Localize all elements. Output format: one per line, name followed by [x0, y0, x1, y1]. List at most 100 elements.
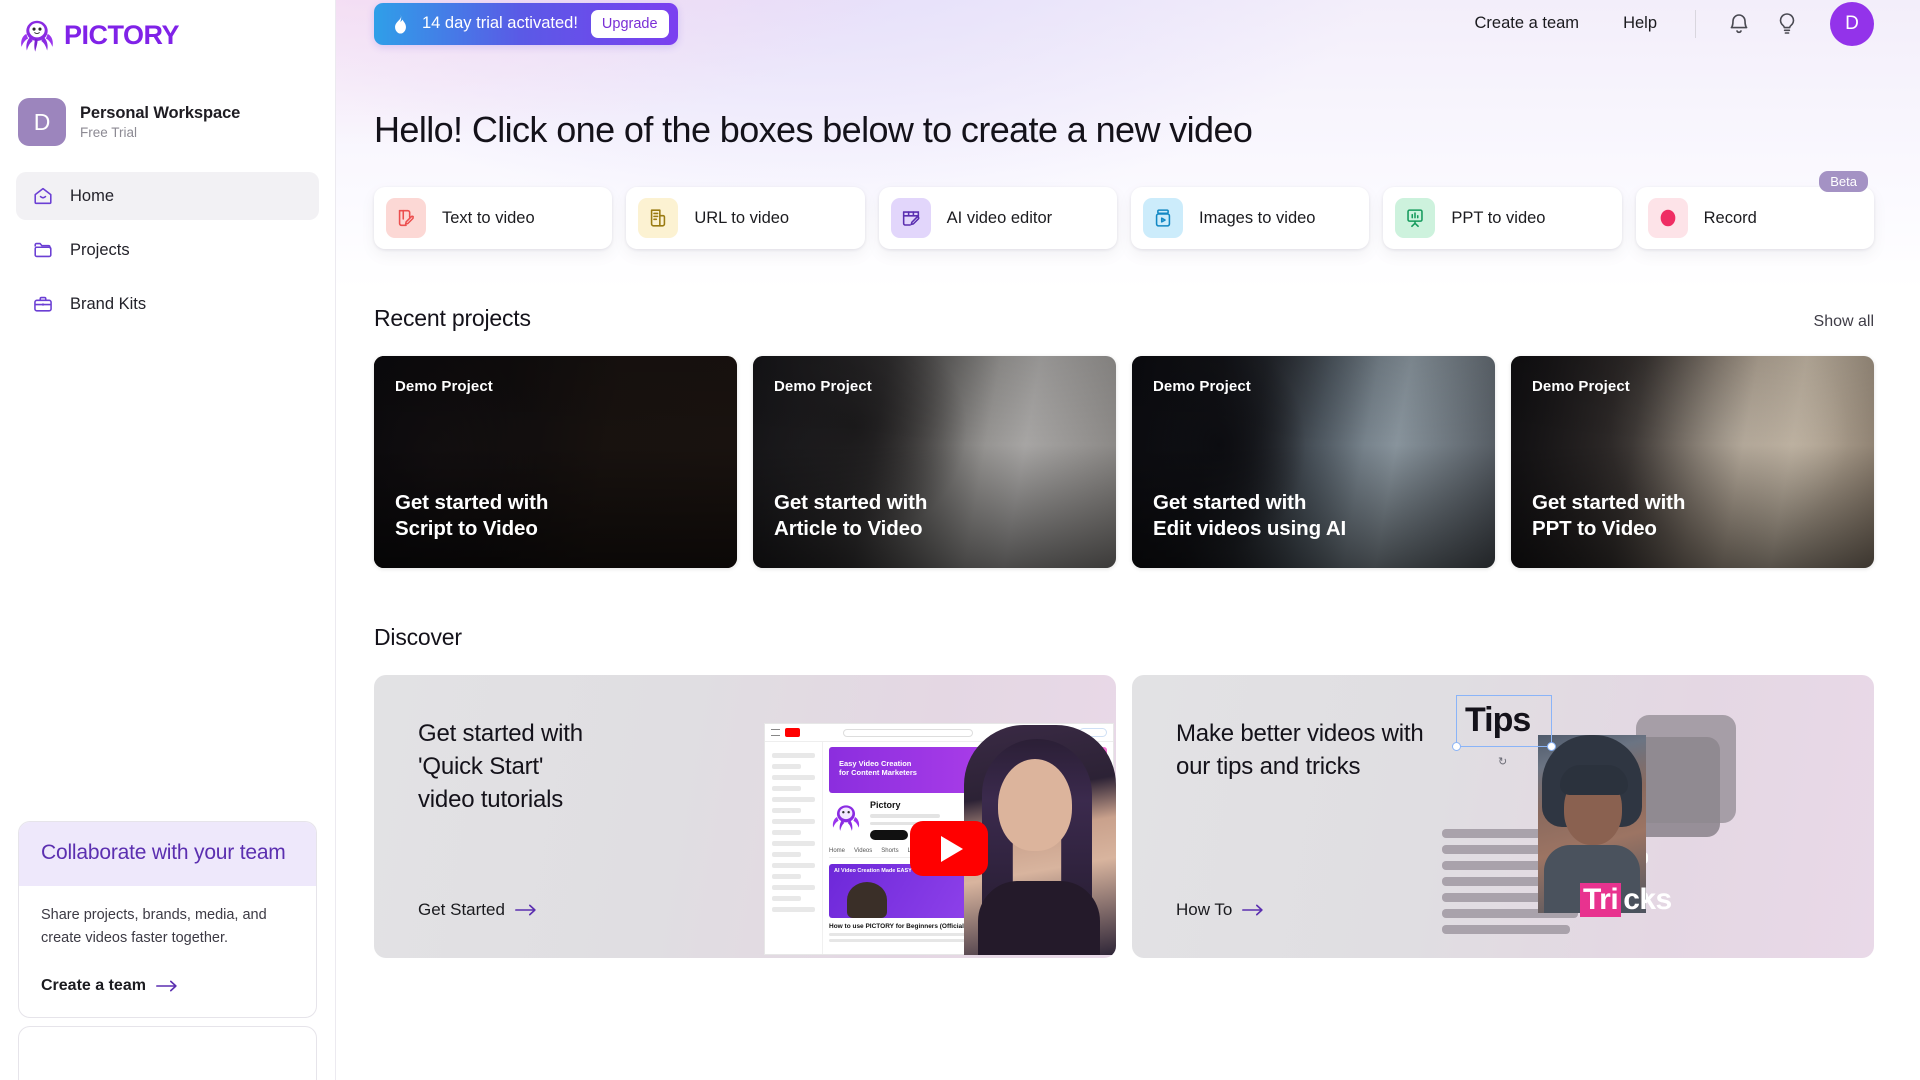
topbar: 14 day trial activated! Upgrade Create a… — [374, 0, 1874, 47]
notifications-button[interactable] — [1720, 5, 1758, 43]
project-card[interactable]: Demo Project Get started with Script to … — [374, 356, 737, 568]
word-tricks: Tri cks — [1580, 883, 1674, 917]
rotate-handle-icon: ↻ — [1498, 756, 1508, 768]
youtube-preview-art: Easy Video Creation for Content Marketer… — [764, 723, 1116, 955]
youtube-channel-name: Pictory — [870, 800, 901, 810]
action-card-ppt-to-video[interactable]: PPT to video — [1383, 187, 1622, 249]
get-started-link[interactable]: Get Started — [418, 900, 537, 920]
status-badge: Beta — [1819, 171, 1868, 192]
project-card[interactable]: Demo Project Get started with Edit video… — [1132, 356, 1495, 568]
word-tricks-pink: Tri — [1580, 883, 1622, 917]
discover-header: Discover — [374, 624, 1874, 651]
sidebar-item-home[interactable]: Home — [16, 172, 319, 220]
sidebar-item-label: Brand Kits — [70, 294, 147, 313]
action-card-text-to-video[interactable]: Text to video — [374, 187, 613, 249]
project-tag: Demo Project — [1532, 378, 1630, 395]
discover-card-title: Get started with 'Quick Start' video tut… — [418, 720, 583, 814]
action-card-record[interactable]: Beta Record — [1635, 171, 1874, 249]
briefcase-icon — [34, 296, 52, 312]
project-card[interactable]: Demo Project Get started with Article to… — [753, 356, 1116, 568]
banner-title: Easy Video Creation for Content Marketer… — [839, 759, 917, 778]
arrow-right-icon — [514, 904, 536, 916]
action-card-ai-video-editor[interactable]: AI video editor — [878, 187, 1117, 249]
topbar-divider — [1695, 9, 1696, 38]
workspace-name: Personal Workspace — [80, 104, 241, 122]
action-label: AI video editor — [946, 208, 1053, 227]
word-tricks-white: cks — [1623, 883, 1672, 916]
show-all-link[interactable]: Show all — [1814, 313, 1874, 331]
action-label: Images to video — [1198, 208, 1316, 227]
action-label: Record — [1703, 208, 1757, 227]
promo-header: Collaborate with your team — [19, 821, 316, 887]
home-icon — [34, 187, 52, 205]
action-label: PPT to video — [1451, 208, 1546, 227]
help-link[interactable]: Help — [1601, 14, 1679, 33]
how-to-link[interactable]: How To — [1176, 900, 1264, 920]
sidebar-nav: Home Projects Brand Kits — [0, 172, 335, 328]
project-title: Get started with PPT to Video — [1532, 490, 1686, 540]
promo-description: Share projects, brands, media, and creat… — [41, 907, 267, 946]
arrow-right-icon — [155, 980, 177, 992]
main-content: 14 day trial activated! Upgrade Create a… — [336, 0, 1920, 1080]
discover-card-title: Make better videos with our tips and tri… — [1176, 720, 1424, 781]
project-tag: Demo Project — [1153, 378, 1251, 395]
promo-title: Collaborate with your team — [41, 840, 286, 864]
workspace-plan: Free Trial — [80, 125, 138, 140]
sidebar-item-brand-kits[interactable]: Brand Kits — [16, 280, 319, 328]
bell-icon — [1730, 13, 1748, 33]
create-a-team-link[interactable]: Create a team — [41, 977, 294, 995]
lightbulb-icon — [1779, 12, 1795, 34]
ideas-button[interactable] — [1768, 5, 1806, 43]
octopus-logo-icon — [832, 805, 860, 831]
project-title: Get started with Article to Video — [774, 490, 928, 540]
project-card[interactable]: Demo Project Get started with PPT to Vid… — [1511, 356, 1874, 568]
project-tag: Demo Project — [395, 378, 493, 395]
action-label: URL to video — [694, 208, 790, 227]
discover-title: Discover — [374, 624, 462, 650]
create-a-team-button[interactable]: Create a team — [1453, 14, 1602, 33]
get-started-label: Get Started — [418, 900, 505, 919]
images-to-video-icon — [1142, 198, 1183, 238]
text-to-video-icon — [386, 198, 426, 238]
recent-projects-list: Demo Project Get started with Script to … — [374, 356, 1874, 568]
create-a-team-label: Create a team — [41, 977, 146, 994]
video-title: AI Video Creation Made EASY — [834, 868, 912, 874]
action-label: Text to video — [442, 208, 535, 227]
arrow-right-icon — [1242, 904, 1264, 916]
folder-icon — [34, 242, 52, 258]
resize-handle — [1451, 742, 1461, 751]
action-card-images-to-video[interactable]: Images to video — [1130, 187, 1370, 249]
upgrade-button[interactable]: Upgrade — [590, 9, 669, 38]
secondary-promo-card[interactable] — [18, 1026, 317, 1080]
ppt-to-video-icon — [1395, 198, 1436, 238]
how-to-label: How To — [1176, 900, 1233, 919]
url-to-video-icon — [638, 198, 679, 238]
flame-icon — [395, 13, 406, 34]
action-card-url-to-video[interactable]: URL to video — [626, 187, 865, 249]
project-tag: Demo Project — [774, 378, 872, 395]
record-icon — [1647, 198, 1688, 238]
sidebar: PICTORY D Personal Workspace Free Trial … — [0, 0, 336, 1080]
youtube-sidebar — [765, 742, 823, 954]
sidebar-item-projects[interactable]: Projects — [16, 226, 319, 274]
youtube-play-icon — [910, 821, 988, 876]
project-title: Get started with Edit videos using AI — [1153, 490, 1347, 540]
app-root: PICTORY D Personal Workspace Free Trial … — [0, 0, 1920, 1080]
brand-logo[interactable]: PICTORY — [0, 0, 335, 56]
user-avatar[interactable]: D — [1830, 1, 1874, 46]
page-title: Hello! Click one of the boxes below to c… — [374, 109, 1253, 150]
workspace-avatar: D — [18, 98, 66, 146]
discover-card-tips-tricks[interactable]: Make better videos with our tips and tri… — [1132, 675, 1874, 958]
ai-video-editor-icon — [890, 198, 931, 238]
create-video-actions: Text to video URL to video AI video edit… — [374, 171, 1874, 249]
tips-tricks-art: Tips ↻ Tri cks — [1442, 687, 1742, 957]
collaborate-promo-card: Collaborate with your team Share project… — [18, 820, 317, 1018]
trial-text: 14 day trial activated! — [422, 14, 578, 32]
discover-list: Get started with 'Quick Start' video tut… — [374, 675, 1874, 958]
workspace-switcher[interactable]: D Personal Workspace Free Trial — [0, 98, 335, 146]
youtube-logo-icon — [785, 728, 800, 737]
youtube-search-field — [843, 728, 973, 737]
trial-banner: 14 day trial activated! Upgrade — [374, 2, 678, 45]
sidebar-item-label: Home — [70, 186, 115, 205]
discover-card-quick-start[interactable]: Get started with 'Quick Start' video tut… — [374, 675, 1116, 958]
